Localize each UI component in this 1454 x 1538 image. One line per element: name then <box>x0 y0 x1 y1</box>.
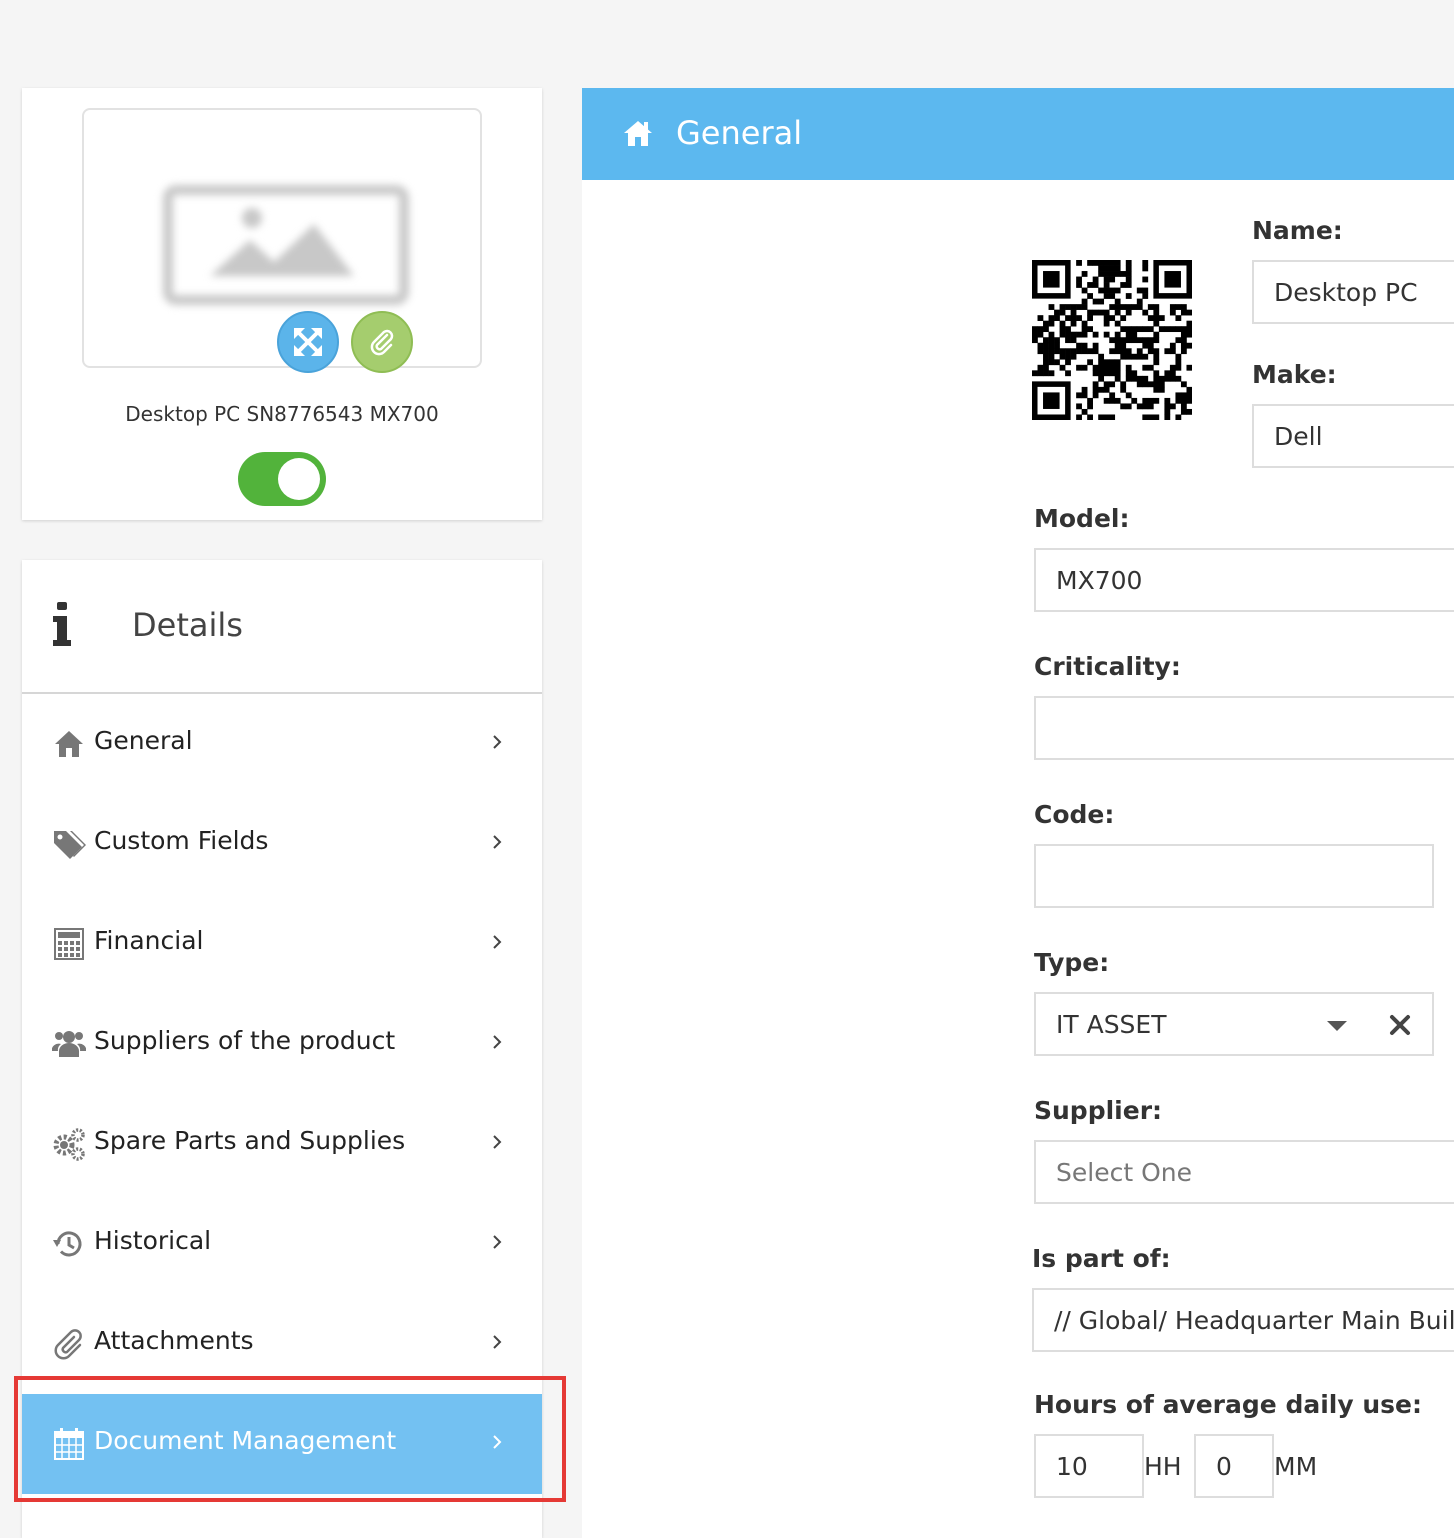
asset-card: Desktop PC SN8776543 MX700 <box>22 88 542 520</box>
toggle-knob <box>278 458 320 500</box>
general-panel: General Name: Desktop PC Make: Dell Mode… <box>582 88 1454 1538</box>
expand-icon <box>294 328 322 356</box>
chevron-right-icon <box>493 1235 502 1249</box>
nav-label: Custom Fields <box>94 826 269 855</box>
nav-label: Document Management <box>94 1426 397 1455</box>
criticality-input[interactable] <box>1034 696 1454 760</box>
tags-icon <box>54 831 86 859</box>
nav-item-historical[interactable]: Historical <box>22 1194 542 1294</box>
criticality-label: Criticality: <box>1034 652 1181 681</box>
daily-use-label: Hours of average daily use: <box>1034 1390 1422 1419</box>
minutes-input[interactable]: 0 <box>1194 1434 1274 1498</box>
chevron-right-icon <box>493 735 502 749</box>
qr-code <box>1032 260 1192 420</box>
calendar-icon <box>54 1428 84 1460</box>
supplier-select[interactable]: Select One <box>1034 1140 1454 1204</box>
nav-label: Historical <box>94 1226 212 1255</box>
nav-item-spare-parts[interactable]: Spare Parts and Supplies <box>22 1094 542 1194</box>
model-label: Model: <box>1034 504 1130 533</box>
home-icon <box>55 731 83 757</box>
panel-title: General <box>676 114 803 152</box>
nav-item-financial[interactable]: Financial <box>22 894 542 994</box>
type-value: IT ASSET <box>1056 1009 1167 1039</box>
chevron-right-icon <box>493 1335 502 1349</box>
name-label: Name: <box>1252 216 1343 245</box>
chevron-right-icon <box>493 1035 502 1049</box>
code-input[interactable] <box>1034 844 1434 908</box>
nav-label: Spare Parts and Supplies <box>94 1126 406 1155</box>
users-icon <box>52 1031 86 1057</box>
active-toggle[interactable] <box>238 452 326 506</box>
chevron-right-icon <box>493 835 502 849</box>
nav-label: Attachments <box>94 1326 254 1355</box>
is-part-of-label: Is part of: <box>1032 1244 1171 1273</box>
asset-title: Desktop PC SN8776543 MX700 <box>125 402 439 426</box>
nav-item-attachments[interactable]: Attachments <box>22 1294 542 1394</box>
nav-item-general[interactable]: General <box>22 694 542 794</box>
image-placeholder-icon <box>163 185 409 305</box>
supplier-label: Supplier: <box>1034 1096 1163 1125</box>
nav-label: Financial <box>94 926 204 955</box>
type-label: Type: <box>1034 948 1110 977</box>
panel-header: General <box>582 88 1454 180</box>
details-header: Details <box>22 560 542 694</box>
clear-icon[interactable] <box>1389 1014 1411 1036</box>
info-icon <box>53 602 71 646</box>
nav-label: General <box>94 726 193 755</box>
details-card: Details General Custom Fields Financial … <box>22 560 542 1538</box>
gears-icon <box>53 1128 85 1161</box>
is-part-of-select[interactable]: // Global/ Headquarter Main Building <box>1032 1288 1454 1352</box>
nav-item-document-management[interactable]: Document Management <box>22 1394 542 1494</box>
chevron-right-icon <box>493 1135 502 1149</box>
nav-item-custom-fields[interactable]: Custom Fields <box>22 794 542 894</box>
caret-down-icon[interactable] <box>1326 1020 1348 1032</box>
model-input[interactable]: MX700 <box>1034 548 1454 612</box>
paperclip-icon <box>370 329 394 356</box>
details-title: Details <box>132 606 243 644</box>
hours-unit: HH <box>1144 1452 1182 1481</box>
name-input[interactable]: Desktop PC <box>1252 260 1454 324</box>
make-label: Make: <box>1252 360 1337 389</box>
type-select[interactable]: IT ASSET <box>1034 992 1434 1056</box>
minutes-unit: MM <box>1274 1452 1318 1481</box>
hours-input[interactable]: 10 <box>1034 1434 1144 1498</box>
asset-image-frame <box>82 108 482 373</box>
nav-item-suppliers[interactable]: Suppliers of the product <box>22 994 542 1094</box>
code-label: Code: <box>1034 800 1115 829</box>
chevron-right-icon <box>493 935 502 949</box>
calculator-icon <box>54 928 84 960</box>
nav-label: Suppliers of the product <box>94 1026 396 1055</box>
make-input[interactable]: Dell <box>1252 404 1454 468</box>
chevron-right-icon <box>493 1435 502 1449</box>
expand-image-button[interactable] <box>277 311 339 373</box>
paperclip-icon <box>54 1329 82 1360</box>
home-icon <box>624 121 652 146</box>
attach-image-button[interactable] <box>351 311 413 373</box>
history-icon <box>53 1231 82 1257</box>
